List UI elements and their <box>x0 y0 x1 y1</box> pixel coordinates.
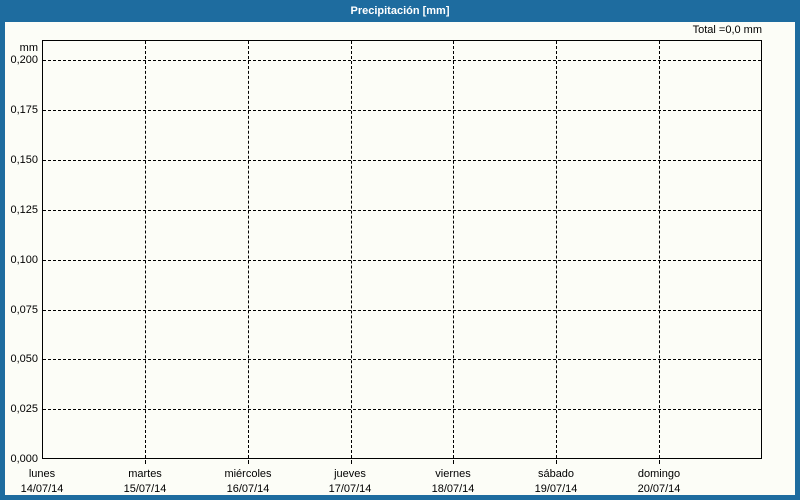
x-tick-mark <box>248 460 249 464</box>
x-tick-mark <box>453 460 454 464</box>
x-day-label: miércoles <box>224 468 272 480</box>
gridline-vertical <box>145 41 146 458</box>
total-annotation: Total =0,0 mm <box>692 24 762 36</box>
gridline-vertical <box>453 41 454 458</box>
gridline-vertical <box>556 41 557 458</box>
x-day-label: jueves <box>334 468 366 480</box>
y-tick-label: 0,075 <box>10 304 38 316</box>
x-tick-mark <box>659 460 660 464</box>
gridline-horizontal <box>43 409 761 410</box>
x-date-label: 18/07/14 <box>431 483 475 495</box>
gridline-horizontal <box>43 210 761 211</box>
x-day-label: martes <box>128 468 162 480</box>
gridline-horizontal <box>43 310 761 311</box>
x-day-label: viernes <box>435 468 471 480</box>
gridline-horizontal <box>43 60 761 61</box>
plot-area <box>42 40 762 459</box>
y-tick-label: 0,125 <box>10 204 38 216</box>
y-tick-label: 0,100 <box>10 254 38 266</box>
x-day-label: domingo <box>637 468 681 480</box>
x-day-label: lunes <box>28 468 56 480</box>
x-date-label: 17/07/14 <box>328 483 372 495</box>
y-axis-unit-label: mm <box>19 42 38 54</box>
y-tick-label: 0,025 <box>10 403 38 415</box>
gridline-vertical <box>659 41 660 458</box>
x-tick-mark <box>556 460 557 464</box>
gridline-horizontal <box>43 359 761 360</box>
chart-window: Precipitación [mm] Total =0,0 mm mm 0,20… <box>0 0 800 500</box>
x-date-label: 19/07/14 <box>534 483 578 495</box>
x-tick-mark <box>145 460 146 464</box>
y-tick-label: 0,200 <box>10 54 38 66</box>
x-date-label: 14/07/14 <box>20 483 64 495</box>
gridline-vertical <box>351 41 352 458</box>
y-tick-label: 0,175 <box>10 104 38 116</box>
chart-title: Precipitación [mm] <box>350 5 450 17</box>
y-tick-label: 0,150 <box>10 154 38 166</box>
chart-title-bar: Precipitación [mm] <box>0 0 800 22</box>
y-tick-label: 0,050 <box>10 353 38 365</box>
gridline-vertical <box>248 41 249 458</box>
x-date-label: 16/07/14 <box>226 483 270 495</box>
gridline-horizontal <box>43 160 761 161</box>
x-date-label: 15/07/14 <box>123 483 167 495</box>
x-day-label: sábado <box>537 468 575 480</box>
x-tick-mark <box>351 460 352 464</box>
gridline-horizontal <box>43 260 761 261</box>
gridline-horizontal <box>43 110 761 111</box>
x-date-label: 20/07/14 <box>637 483 681 495</box>
y-tick-label: 0,000 <box>10 453 38 465</box>
